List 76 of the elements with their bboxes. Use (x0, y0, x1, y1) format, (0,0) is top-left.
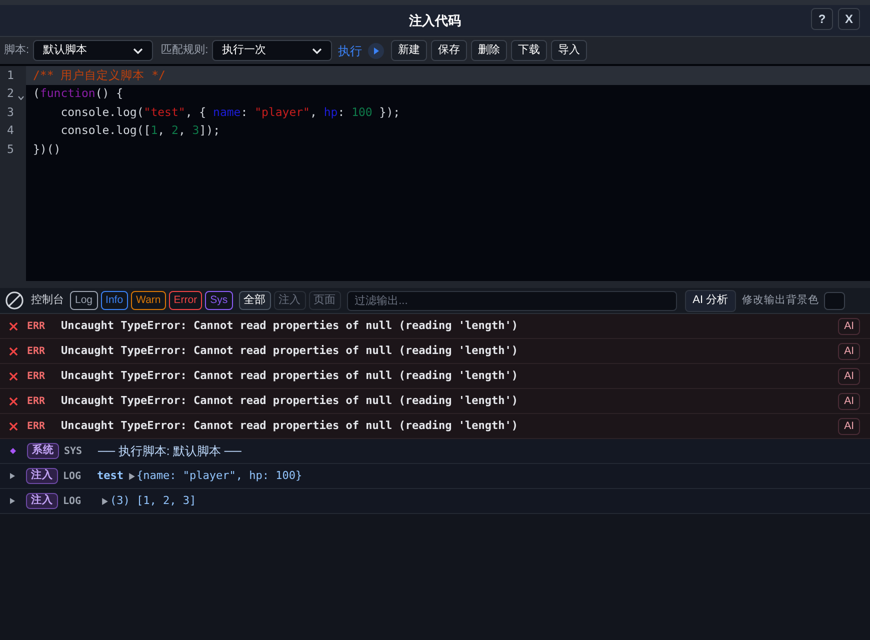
toolbar-button[interactable]: 导入 (551, 40, 588, 61)
clear-icon[interactable] (5, 291, 24, 310)
expand-icon[interactable] (102, 498, 108, 504)
expand-icon[interactable] (128, 472, 134, 480)
ai-analyze-button[interactable]: AI 分析 (684, 290, 736, 312)
level-label: ERR (27, 370, 46, 384)
field-label: 匹配规则: (161, 43, 208, 58)
chevron-down-icon (312, 48, 322, 54)
level-label: LOG (63, 494, 82, 508)
field-label: 脚本: (4, 43, 30, 58)
code-editor[interactable]: 1 /** 用户自定义脚本 */ 2 (function() { 3 console.log("test", { name: "player", hp: 100 }); 4 console.log([1, 2, 3]); 5 })() (0, 66, 870, 281)
code-line: })() (32, 140, 62, 158)
filter-field[interactable]: 过滤输出... (346, 290, 677, 310)
close-button[interactable]: X (838, 8, 860, 30)
error-icon (9, 322, 18, 330)
level-filter[interactable]: Log (70, 291, 98, 310)
source-tag: 系统 (27, 443, 59, 459)
code-line: (function() { (32, 85, 124, 102)
level-filter[interactable]: Error (168, 291, 202, 310)
level-filter[interactable]: Sys (205, 291, 233, 310)
source-tag: 注入 (26, 468, 58, 484)
diamond-icon (10, 448, 16, 454)
window-title: 注入代码 (409, 12, 461, 30)
log-message: Uncaught TypeError: Cannot read properties of null (reading 'length') (61, 318, 518, 334)
toolbar-button[interactable]: 保存 (431, 40, 468, 61)
level-label: ERR (27, 394, 46, 408)
line-number: 4 (7, 122, 14, 140)
expand-icon[interactable] (10, 498, 15, 504)
bg-color-label: 修改输出背景色 (742, 292, 820, 308)
ai-button[interactable]: AI (838, 368, 860, 384)
toolbar-button[interactable]: 新建 (391, 40, 428, 61)
ai-button[interactable]: AI (838, 418, 860, 434)
error-icon (9, 346, 18, 356)
source-tab[interactable]: 全部 (238, 291, 271, 310)
level-label: ERR (27, 344, 46, 358)
level-label: ERR (27, 320, 46, 334)
line-number: 3 (7, 104, 14, 121)
ai-button[interactable]: AI (838, 392, 860, 410)
log-message: ── 执行脚本: 默认脚本 ── (98, 443, 242, 460)
source-tab[interactable]: 注入 (274, 291, 306, 310)
level-filter[interactable]: Info (100, 291, 128, 310)
code-line: console.log("test", { name: "player", hp: 100 }); (60, 104, 402, 121)
line-number: 1 (7, 66, 14, 84)
level-label: SYS (64, 444, 84, 458)
log-text: test (97, 468, 124, 484)
expand-icon[interactable] (10, 473, 15, 479)
error-icon (9, 396, 18, 406)
log-object[interactable]: (3) [1, 2, 3] (110, 492, 196, 510)
color-swatch[interactable] (824, 292, 846, 310)
log-object[interactable]: {name: "player", hp: 100} (136, 468, 302, 484)
error-icon (9, 422, 18, 430)
toolbar-button[interactable]: 删除 (471, 40, 508, 61)
source-tag: 注入 (26, 493, 58, 509)
code-line: console.log([1, 2, 3]); (60, 122, 222, 140)
ai-button[interactable]: AI (838, 318, 860, 334)
toolbar-button[interactable]: 下载 (511, 40, 548, 61)
log-message: Uncaught TypeError: Cannot read properties of null (reading 'length') (61, 392, 518, 409)
rule-dropdown[interactable]: 执行一次 (212, 40, 332, 61)
line-number: 5 (7, 140, 14, 158)
log-message: Uncaught TypeError: Cannot read properties of null (reading 'length') (61, 368, 518, 384)
console-title: 控制台 (31, 293, 64, 308)
fold-icon[interactable] (18, 96, 24, 100)
level-label: ERR (27, 420, 46, 434)
run-button[interactable]: 执行 (338, 42, 384, 60)
level-filter[interactable]: Warn (131, 291, 166, 310)
error-icon (9, 372, 18, 380)
ai-button[interactable]: AI (838, 342, 860, 360)
help-button[interactable]: ? (811, 8, 833, 30)
source-tab[interactable]: 页面 (308, 291, 341, 310)
line-number: 2 (7, 85, 14, 102)
play-icon (368, 42, 384, 58)
level-label: LOG (63, 470, 82, 484)
log-message: Uncaught TypeError: Cannot read properties of null (reading 'length') (61, 418, 518, 434)
log-message: Uncaught TypeError: Cannot read properties of null (reading 'length') (61, 342, 518, 359)
script-dropdown[interactable]: 默认脚本 (33, 40, 154, 61)
chevron-down-icon (133, 48, 144, 54)
